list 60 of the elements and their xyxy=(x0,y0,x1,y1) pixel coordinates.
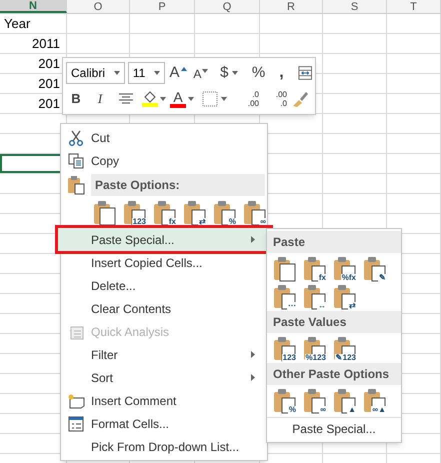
clipboard-icon[interactable] xyxy=(93,200,117,226)
table-cell: 201 xyxy=(38,76,60,92)
analysis-icon xyxy=(68,324,84,340)
column-header[interactable]: T xyxy=(387,0,441,13)
currency-button[interactable]: $ xyxy=(214,61,245,85)
percent-button[interactable]: % xyxy=(248,61,270,85)
wrap-text-icon[interactable] xyxy=(298,65,312,81)
paint-bucket-icon[interactable] xyxy=(142,91,158,103)
table-cell: 2011 xyxy=(32,36,60,52)
caret-icon xyxy=(202,69,208,73)
column-header[interactable]: R xyxy=(260,0,323,13)
menu-item[interactable]: Copy xyxy=(61,149,267,172)
scissors-icon xyxy=(68,130,84,146)
table-cell: 201 xyxy=(38,56,60,72)
clipboard-icon xyxy=(67,175,85,195)
caret-icon xyxy=(188,97,194,101)
paintbrush-icon[interactable] xyxy=(291,90,309,108)
menu-item[interactable]: Paste Special... xyxy=(286,418,382,440)
column-header[interactable]: S xyxy=(323,0,387,13)
section-header: Paste xyxy=(267,231,401,253)
menu-item[interactable]: Clear Contents xyxy=(61,297,267,320)
menu-item[interactable]: Cut xyxy=(61,126,267,149)
font-color-button[interactable]: A xyxy=(173,90,183,104)
menu-item[interactable]: Insert Comment xyxy=(61,389,267,412)
bold-button[interactable]: B xyxy=(66,87,86,111)
column-header[interactable]: P xyxy=(130,0,195,13)
caret-icon xyxy=(154,71,160,75)
comment-icon xyxy=(67,392,85,408)
table-cell: 201 xyxy=(38,96,60,112)
italic-button[interactable]: I xyxy=(90,87,110,111)
caret-icon xyxy=(232,71,238,75)
copy-icon xyxy=(68,152,84,168)
clipboard-icon[interactable] xyxy=(273,256,297,282)
comma-button[interactable]: , xyxy=(272,61,291,85)
menu-item[interactable]: Pick From Drop-down List... xyxy=(61,435,267,458)
menu-item[interactable]: Sort xyxy=(61,366,267,389)
align-center-icon[interactable] xyxy=(118,92,134,106)
section-header: Other Paste Options xyxy=(267,363,401,385)
font-name-field[interactable]: Calibri xyxy=(66,62,125,84)
increase-decimal-button[interactable]: .0 .00 xyxy=(235,87,259,111)
section-header: Paste Values xyxy=(267,311,401,333)
increase-font-button[interactable]: A xyxy=(168,61,188,85)
menu-item[interactable]: Filter xyxy=(61,343,267,366)
caret-icon xyxy=(160,97,166,101)
table-cell: Year xyxy=(4,16,30,32)
section-header: Paste Options: xyxy=(91,174,265,196)
font-size-field[interactable]: 11 xyxy=(128,62,166,84)
decrease-decimal-button[interactable]: .00 .0 xyxy=(263,87,287,111)
caret-icon xyxy=(180,67,187,71)
decrease-font-button[interactable]: A xyxy=(190,61,211,85)
column-header[interactable]: O xyxy=(67,0,130,13)
menu-item[interactable]: Insert Copied Cells... xyxy=(61,251,267,274)
format-cells-icon xyxy=(68,416,84,432)
menu-item[interactable]: Format Cells... xyxy=(61,412,267,435)
column-header[interactable]: Q xyxy=(195,0,260,13)
caret-icon xyxy=(114,71,120,75)
caret-icon xyxy=(221,97,227,101)
menu-item[interactable]: Delete... xyxy=(61,274,267,297)
borders-icon[interactable] xyxy=(202,91,218,107)
column-header[interactable]: N xyxy=(0,0,67,13)
